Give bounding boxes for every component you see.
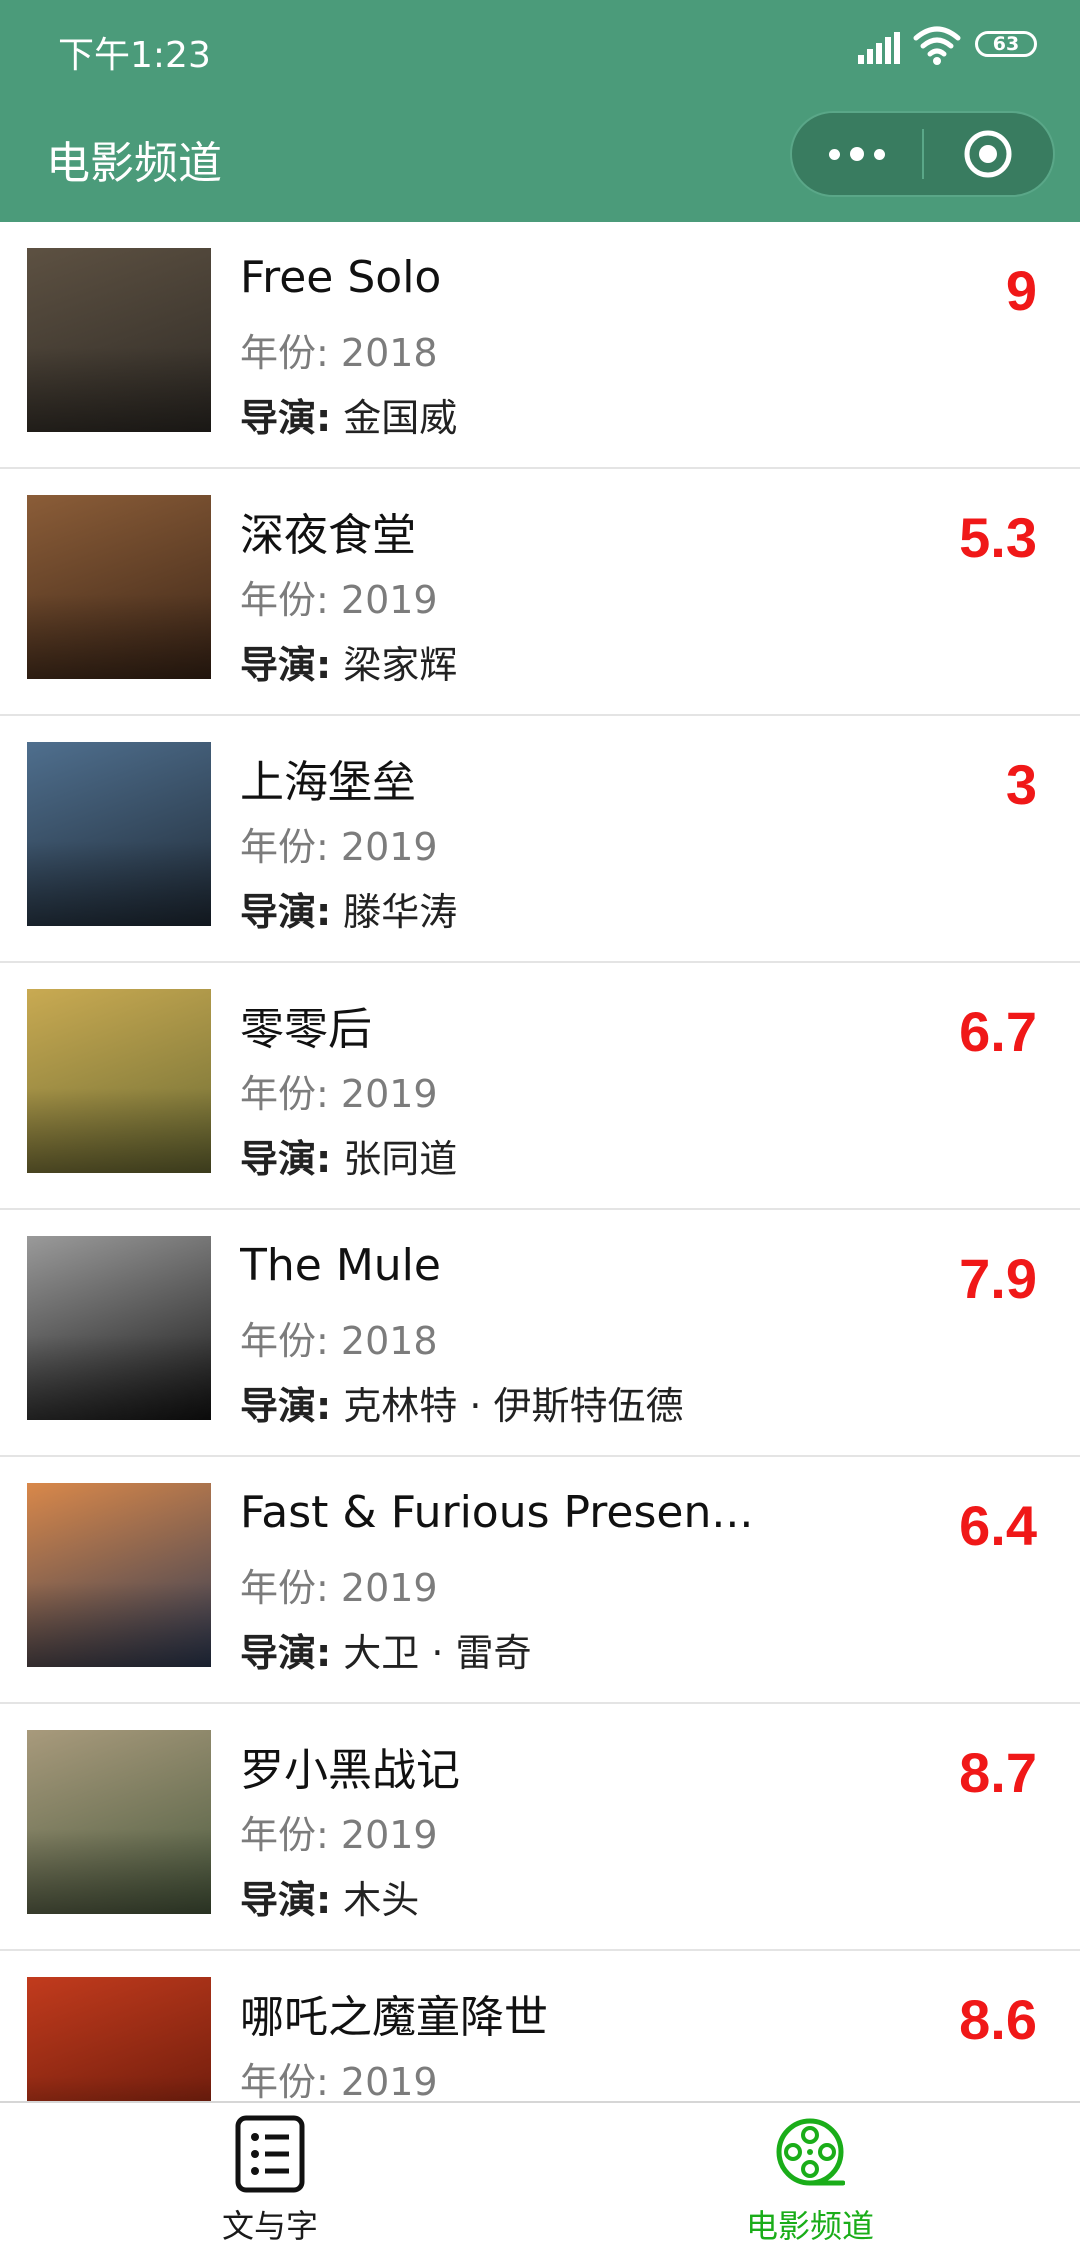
director-value: 木头 xyxy=(343,1878,420,1922)
signal-icon xyxy=(858,32,900,64)
year-value: 2019 xyxy=(340,825,438,869)
year-label: 年份: xyxy=(240,331,329,375)
year-value: 2018 xyxy=(340,1319,438,1363)
movie-rating: 7.9 xyxy=(959,1247,1037,1310)
year-label: 年份: xyxy=(240,2060,329,2101)
year-label: 年份: xyxy=(240,1813,329,1857)
status-bar: 下午1:23 63 xyxy=(0,0,1080,95)
movie-title: The Mule xyxy=(240,1240,441,1291)
movie-list: Free Solo 年份: 2018 导演: 金国威 9 深夜食堂 年份: 2019 导演:… xyxy=(0,222,1080,2101)
list-icon xyxy=(235,2115,305,2193)
director-label: 导演: xyxy=(240,1631,332,1675)
year-value: 2019 xyxy=(340,578,438,622)
director-label: 导演: xyxy=(240,643,332,687)
movie-list-item[interactable]: 哪吒之魔童降世年份: 2019导演: 8.6 xyxy=(0,1951,1080,2101)
movie-rating: 5.3 xyxy=(959,506,1037,569)
movie-list-item[interactable]: 罗小黑战记 年份: 2019 导演: 木头 8.7 xyxy=(0,1704,1080,1951)
tab-bar: 文与字 电影频道 xyxy=(0,2101,1080,2248)
movie-title: 零零后 xyxy=(240,1004,372,1055)
mini-program-capsule xyxy=(790,111,1055,197)
movie-director: 导演: 张同道 xyxy=(240,1128,457,1183)
movie-year: 年份: 2019 xyxy=(240,1557,438,1612)
movie-director: 导演: 梁家辉 xyxy=(240,634,457,689)
movie-poster xyxy=(27,495,211,679)
more-button[interactable] xyxy=(792,113,922,195)
more-dot-icon xyxy=(874,148,885,160)
year-value: 2019 xyxy=(340,1813,438,1857)
director-label: 导演: xyxy=(240,396,332,440)
tab-movie-channel[interactable]: 电影频道 xyxy=(540,2103,1080,2248)
wifi-icon xyxy=(913,26,961,65)
movie-list-item[interactable]: Fast & Furious Presen... 年份: 2019 导演: 大卫 ·… xyxy=(0,1457,1080,1704)
director-label: 导演: xyxy=(240,1137,332,1181)
movie-year: 年份: 2018 xyxy=(240,322,438,377)
tab-read[interactable]: 文与字 xyxy=(0,2103,540,2248)
movie-list-item[interactable]: Free Solo 年份: 2018 导演: 金国威 9 xyxy=(0,222,1080,469)
movie-poster xyxy=(27,1236,211,1420)
movie-poster xyxy=(27,1730,211,1914)
movie-director: 导演: 木头 xyxy=(240,1869,419,1924)
movie-poster xyxy=(27,742,211,926)
movie-year: 年份: 2019 xyxy=(240,1063,438,1118)
year-value: 2019 xyxy=(340,1566,438,1610)
year-label: 年份: xyxy=(240,1319,329,1363)
movie-title: 罗小黑战记 xyxy=(240,1745,460,1796)
year-label: 年份: xyxy=(240,1072,329,1116)
year-label: 年份: xyxy=(240,825,329,869)
director-value: 金国威 xyxy=(343,396,458,440)
battery-icon: 63 xyxy=(975,31,1037,57)
movie-year: 年份: 2019 xyxy=(240,2051,438,2101)
movie-poster xyxy=(27,1483,211,1667)
director-value: 滕华涛 xyxy=(343,890,458,934)
year-value: 2018 xyxy=(340,331,438,375)
movie-rating: 8.7 xyxy=(959,1741,1037,1804)
director-value: 克林特 · 伊斯特伍德 xyxy=(343,1384,684,1428)
movie-poster xyxy=(27,989,211,1173)
director-value: 大卫 · 雷奇 xyxy=(343,1631,532,1675)
movie-title: 上海堡垒 xyxy=(240,757,416,808)
movie-rating: 3 xyxy=(1005,753,1037,816)
movie-rating: 6.7 xyxy=(959,1000,1037,1063)
tab-label: 文与字 xyxy=(221,2207,318,2245)
movie-poster xyxy=(27,1977,211,2101)
movie-director: 导演: 克林特 · 伊斯特伍德 xyxy=(240,1375,684,1430)
close-mini-program-button[interactable] xyxy=(962,128,1014,180)
year-value: 2019 xyxy=(340,2060,438,2101)
capsule-divider xyxy=(922,129,924,179)
movie-rating: 6.4 xyxy=(959,1494,1037,1557)
movie-director: 导演: 大卫 · 雷奇 xyxy=(240,1622,532,1677)
movie-rating: 8.6 xyxy=(959,1988,1037,2051)
movie-title: 深夜食堂 xyxy=(240,510,416,561)
more-dot-icon xyxy=(829,148,840,160)
movie-poster xyxy=(27,248,211,432)
director-label: 导演: xyxy=(240,1384,332,1428)
year-value: 2019 xyxy=(340,1072,438,1116)
director-label: 导演: xyxy=(240,890,332,934)
director-value: 梁家辉 xyxy=(343,643,458,687)
more-dot-icon xyxy=(850,147,864,161)
nav-bar: 电影频道 xyxy=(0,95,1080,222)
movie-list-item[interactable]: 深夜食堂 年份: 2019 导演: 梁家辉 5.3 xyxy=(0,469,1080,716)
movie-director: 导演: 金国威 xyxy=(240,387,457,442)
movie-list-item[interactable]: The Mule 年份: 2018 导演: 克林特 · 伊斯特伍德 7.9 xyxy=(0,1210,1080,1457)
director-label: 导演: xyxy=(240,1878,332,1922)
status-time: 下午1:23 xyxy=(58,35,211,76)
movie-list-item[interactable]: 上海堡垒 年份: 2019 导演: 滕华涛 3 xyxy=(0,716,1080,963)
director-value: 张同道 xyxy=(343,1137,458,1181)
year-label: 年份: xyxy=(240,578,329,622)
movie-year: 年份: 2019 xyxy=(240,1804,438,1859)
page-title: 电影频道 xyxy=(46,138,222,189)
movie-year: 年份: 2018 xyxy=(240,1310,438,1365)
movie-director: 导演: 滕华涛 xyxy=(240,881,457,936)
movie-rating: 9 xyxy=(1005,259,1037,322)
movie-title: 哪吒之魔童降世 xyxy=(240,1992,548,2043)
movie-title: Free Solo xyxy=(240,252,442,303)
movie-year: 年份: 2019 xyxy=(240,816,438,871)
tab-label: 电影频道 xyxy=(745,2207,874,2245)
movie-year: 年份: 2019 xyxy=(240,569,438,624)
film-reel-icon xyxy=(776,2118,845,2186)
year-label: 年份: xyxy=(240,1566,329,1610)
movie-list-item[interactable]: 零零后 年份: 2019 导演: 张同道 6.7 xyxy=(0,963,1080,1210)
movie-title: Fast & Furious Presen... xyxy=(240,1487,754,1538)
